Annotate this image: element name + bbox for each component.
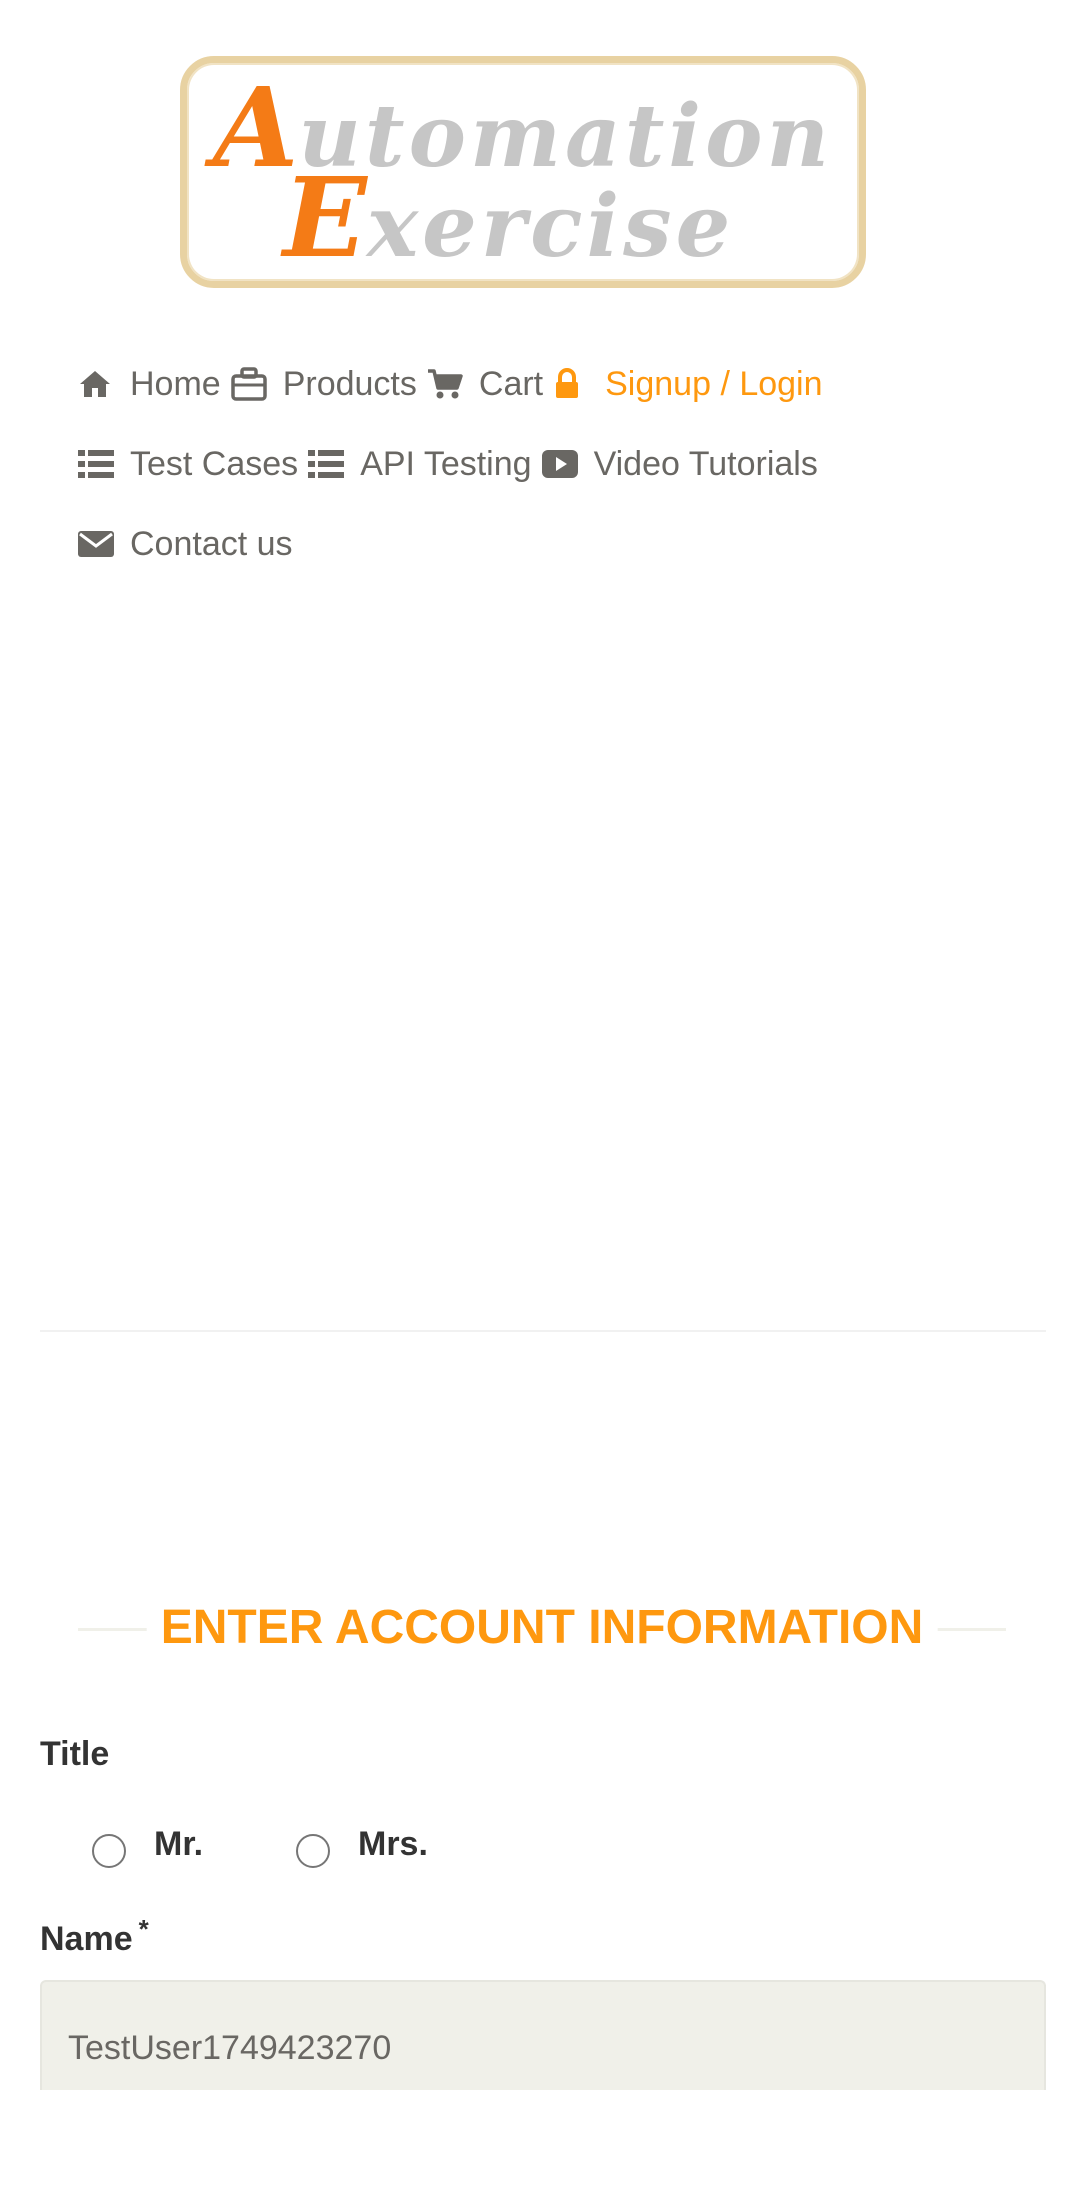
- nav-video-tutorials-link[interactable]: Video Tutorials: [541, 444, 818, 484]
- nav-menu-row-2: Test Cases API Testing Video Tutorials: [78, 440, 828, 488]
- name-label: Name *: [40, 1914, 149, 1959]
- title-label: Title: [40, 1735, 110, 1773]
- lock-icon: [553, 364, 595, 404]
- nav-contact-us-link[interactable]: Contact us: [78, 524, 293, 564]
- nav-home-label: Home: [130, 364, 221, 403]
- nav-cart-link[interactable]: Cart: [427, 364, 543, 404]
- list-icon: [308, 444, 350, 484]
- nav-menu-row-1: Home Products Cart Signup / Login: [78, 360, 833, 408]
- nav-products-label: Products: [282, 364, 417, 403]
- nav-home-link[interactable]: Home: [78, 364, 221, 404]
- title-mr-radio[interactable]: [92, 1834, 126, 1868]
- site-logo[interactable]: Automation Exercise: [180, 56, 866, 288]
- nav-cart-label: Cart: [478, 364, 544, 403]
- list-icon: [78, 444, 120, 484]
- cart-icon: [427, 364, 469, 404]
- envelope-icon: [78, 524, 120, 564]
- nav-api-testing-link[interactable]: API Testing: [308, 444, 532, 484]
- youtube-play-icon: [541, 444, 584, 484]
- logo-letter-e: E: [283, 153, 367, 282]
- required-marker: *: [138, 1914, 149, 1944]
- nav-test-cases-label: Test Cases: [130, 444, 299, 483]
- title-option-mr[interactable]: Mr.: [92, 1820, 203, 1868]
- account-info-heading: ENTER ACCOUNT INFORMATION: [78, 1590, 1006, 1666]
- nav-signup-login-link[interactable]: Signup / Login: [553, 364, 823, 404]
- logo-line-2: Exercise: [283, 163, 734, 282]
- nav-contact-us-label: Contact us: [130, 524, 293, 563]
- nav-video-tutorials-label: Video Tutorials: [593, 444, 818, 483]
- section-title: ENTER ACCOUNT INFORMATION: [146, 1590, 938, 1666]
- name-label-text: Name: [40, 1920, 133, 1958]
- nav-signup-login-label: Signup / Login: [605, 364, 823, 403]
- nav-api-testing-label: API Testing: [360, 444, 532, 483]
- name-input[interactable]: [40, 1980, 1046, 2090]
- header-divider: [40, 1330, 1046, 1332]
- nav-menu-row-3: Contact us: [78, 520, 303, 568]
- title-mrs-label[interactable]: Mrs.: [358, 1825, 428, 1864]
- nav-test-cases-link[interactable]: Test Cases: [78, 444, 298, 484]
- nav-products-link[interactable]: Products: [230, 364, 417, 404]
- briefcase-icon: [230, 364, 273, 404]
- title-mrs-radio[interactable]: [296, 1834, 330, 1868]
- home-icon: [78, 364, 120, 404]
- title-mr-label[interactable]: Mr.: [154, 1825, 203, 1864]
- logo-text-xercise: xercise: [366, 176, 735, 277]
- title-option-mrs[interactable]: Mrs.: [296, 1820, 428, 1868]
